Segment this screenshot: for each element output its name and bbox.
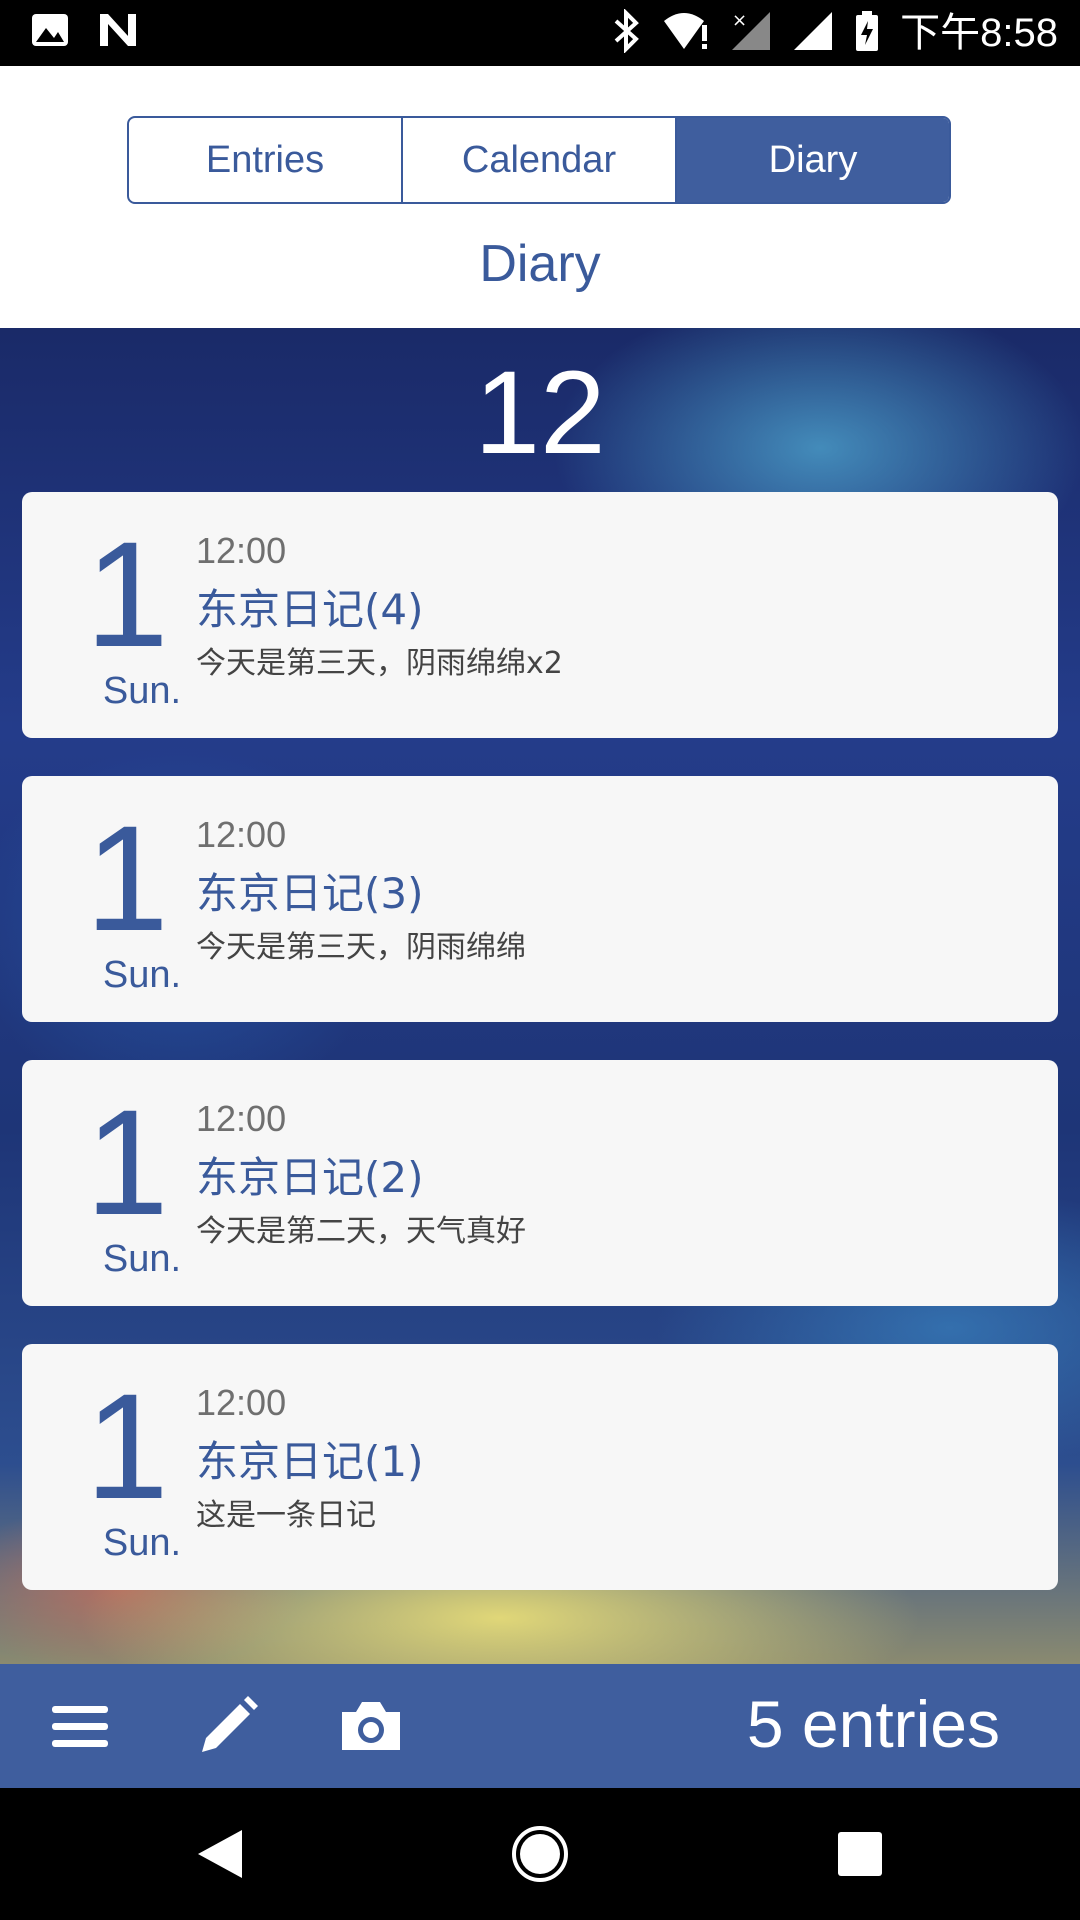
entry-time: 12:00 bbox=[196, 814, 287, 855]
status-bar: × 下午8:58 bbox=[0, 0, 1080, 66]
status-time: 下午8:58 bbox=[900, 11, 1058, 55]
entry-summary: 今天是第三天，阴雨绵绵 bbox=[196, 930, 526, 965]
recents-icon[interactable] bbox=[830, 1824, 890, 1884]
home-icon[interactable] bbox=[510, 1824, 570, 1884]
tab-entries[interactable]: Entries bbox=[129, 118, 403, 202]
entry-time: 12:00 bbox=[196, 1098, 287, 1139]
entry-day: 1 bbox=[85, 1362, 169, 1530]
tab-calendar[interactable]: Calendar bbox=[403, 118, 677, 202]
diary-entry-card[interactable]: 1 Sun. 12:00 东京日记(3) 今天是第三天，阴雨绵绵 bbox=[22, 776, 1058, 1022]
entry-title: 东京日记(4) bbox=[196, 585, 424, 634]
navigation-bar bbox=[0, 1788, 1080, 1920]
entry-title: 东京日记(3) bbox=[196, 869, 424, 918]
battery-charging-icon bbox=[854, 9, 880, 57]
camera-icon[interactable] bbox=[338, 1694, 402, 1758]
entry-time: 12:00 bbox=[196, 1382, 287, 1423]
image-icon bbox=[30, 12, 70, 52]
entry-time: 12:00 bbox=[196, 530, 287, 571]
view-switcher: Entries Calendar Diary bbox=[127, 116, 951, 204]
n-icon bbox=[98, 12, 138, 52]
entries-count: 5 entries bbox=[746, 1687, 1000, 1761]
bottom-app-bar: 5 entries bbox=[0, 1664, 1080, 1788]
diary-entry-card[interactable]: 1 Sun. 12:00 东京日记(4) 今天是第三天，阴雨绵绵x2 bbox=[22, 492, 1058, 738]
pencil-icon[interactable] bbox=[196, 1694, 260, 1758]
entry-summary: 这是一条日记 bbox=[196, 1498, 376, 1533]
entry-day: 1 bbox=[85, 510, 169, 678]
menu-icon[interactable] bbox=[48, 1694, 112, 1758]
diary-entry-card[interactable]: 1 Sun. 12:00 东京日记(1) 这是一条日记 bbox=[22, 1344, 1058, 1590]
entry-summary: 今天是第三天，阴雨绵绵x2 bbox=[196, 646, 563, 681]
bluetooth-icon bbox=[612, 8, 642, 57]
wifi-alert-icon bbox=[662, 11, 710, 55]
entry-weekday: Sun. bbox=[102, 1522, 182, 1564]
tab-diary[interactable]: Diary bbox=[677, 118, 949, 202]
svg-text:×: × bbox=[732, 10, 747, 31]
entry-summary: 今天是第二天，天气真好 bbox=[196, 1214, 526, 1249]
no-signal-icon: × bbox=[730, 10, 772, 56]
entry-day: 1 bbox=[85, 1078, 169, 1246]
entry-day: 1 bbox=[85, 794, 169, 962]
back-icon[interactable] bbox=[190, 1824, 250, 1884]
diary-entry-card[interactable]: 1 Sun. 12:00 东京日记(2) 今天是第二天，天气真好 bbox=[22, 1060, 1058, 1306]
page-title: Diary bbox=[479, 235, 601, 293]
entry-title: 东京日记(2) bbox=[196, 1153, 424, 1202]
entry-title: 东京日记(1) bbox=[196, 1437, 424, 1486]
signal-icon bbox=[792, 10, 834, 56]
entry-weekday: Sun. bbox=[102, 954, 182, 996]
month-label: 12 bbox=[474, 347, 606, 479]
header: Entries Calendar Diary Diary bbox=[0, 66, 1080, 328]
entry-weekday: Sun. bbox=[102, 1238, 182, 1280]
entry-weekday: Sun. bbox=[102, 670, 182, 712]
